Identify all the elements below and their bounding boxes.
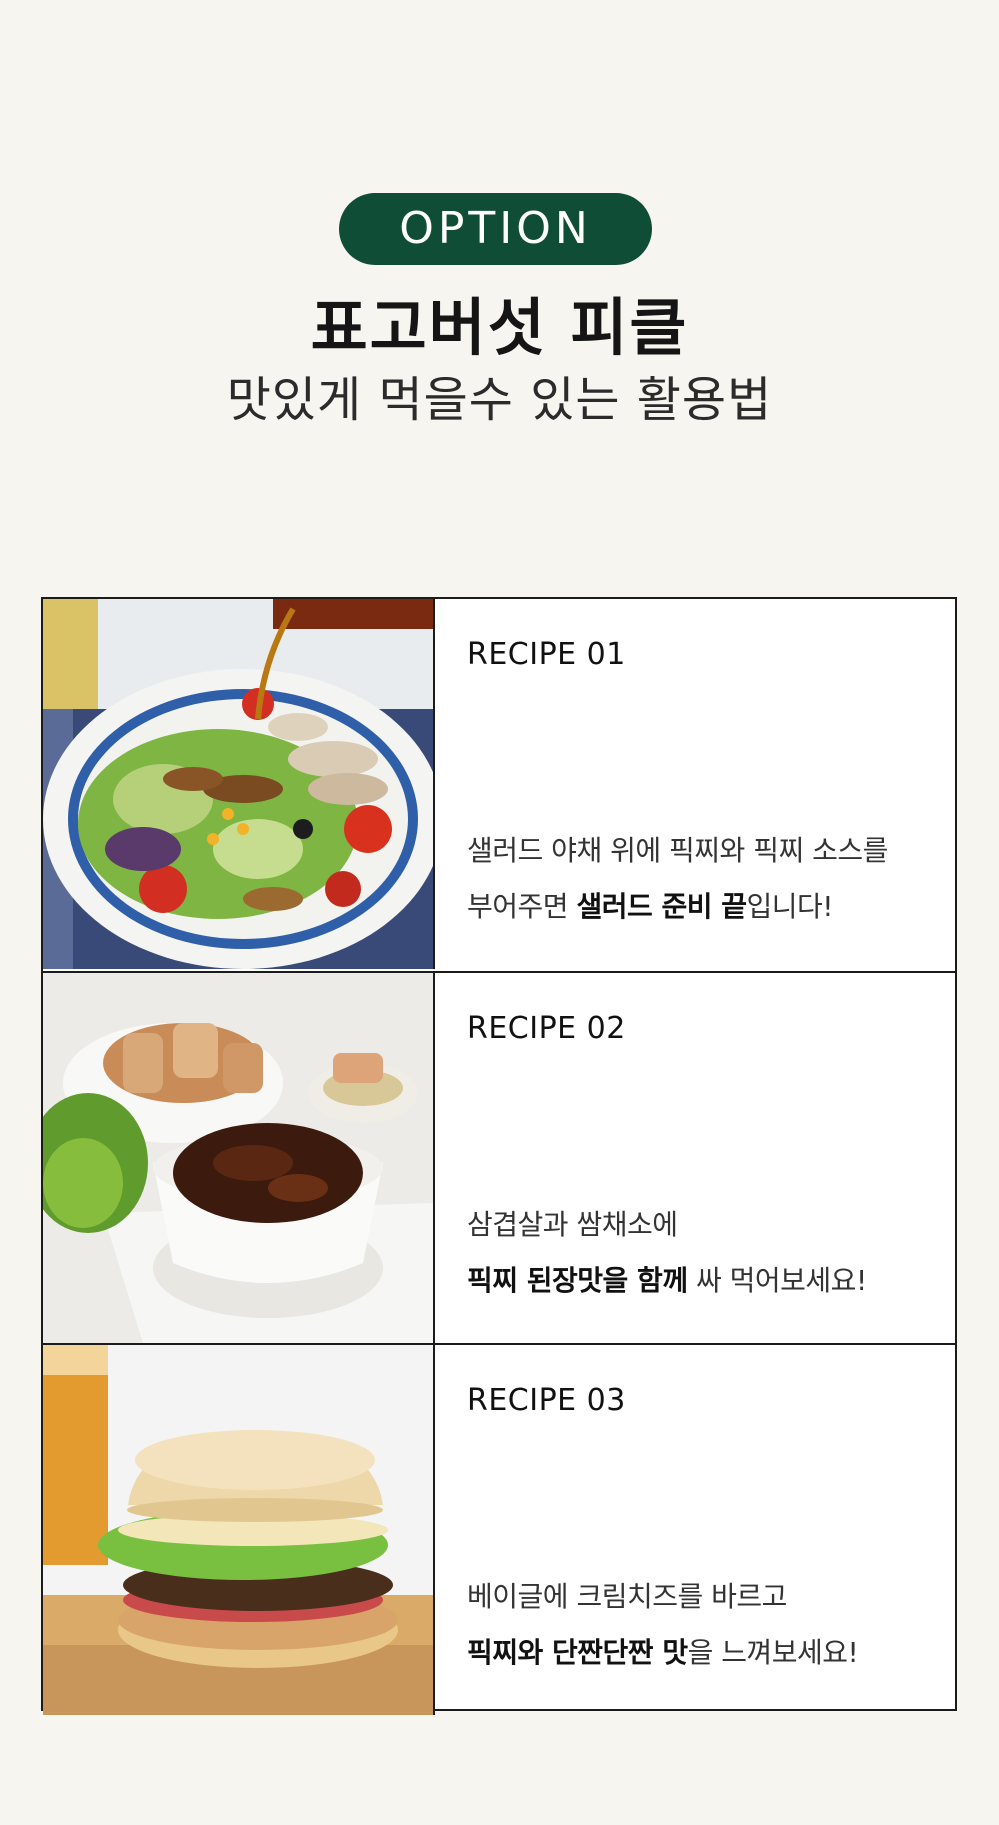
recipe-desc-line-1: 샐러드 야채 위에 픽찌와 픽찌 소스를: [467, 834, 888, 867]
recipe-row-2: RECIPE 02 삼겹살과 쌈채소에 픽찌 된장맛을 함께 싸 먹어보세요!: [43, 971, 955, 1343]
recipe-text-2: RECIPE 02 삼겹살과 쌈채소에 픽찌 된장맛을 함께 싸 먹어보세요!: [467, 973, 937, 1343]
desc-text: 부어주면: [467, 890, 577, 923]
recipe-row-3: RECIPE 03 베이글에 크림치즈를 바르고 픽찌와 단짠단짠 맛을 느껴보…: [43, 1343, 955, 1715]
recipe-text-1: RECIPE 01 샐러드 야채 위에 픽찌와 픽찌 소스를 부어주면 샐러드 …: [467, 599, 937, 969]
recipe-label: RECIPE 01: [467, 637, 626, 672]
recipe-description: 샐러드 야채 위에 픽찌와 픽찌 소스를 부어주면 샐러드 준비 끝입니다!: [467, 823, 947, 935]
recipe-label: RECIPE 02: [467, 1011, 626, 1046]
recipe-grid: RECIPE 01 샐러드 야채 위에 픽찌와 픽찌 소스를 부어주면 샐러드 …: [41, 597, 957, 1715]
desc-text: 을 느껴보세요!: [687, 1636, 859, 1669]
recipe-description: 삼겹살과 쌈채소에 픽찌 된장맛을 함께 싸 먹어보세요!: [467, 1197, 947, 1309]
salad-photo: [43, 599, 435, 969]
desc-bold: 샐러드 준비 끝: [576, 890, 747, 923]
recipe-row-1: RECIPE 01 샐러드 야채 위에 픽찌와 픽찌 소스를 부어주면 샐러드 …: [43, 599, 955, 969]
pork-photo: [43, 973, 435, 1343]
desc-text: 입니다!: [746, 890, 834, 923]
recipe-label: RECIPE 03: [467, 1383, 626, 1418]
bagel-photo: [43, 1345, 435, 1715]
recipe-desc-line-2: 픽찌와 단짠단짠 맛을 느껴보세요!: [467, 1625, 947, 1681]
recipe-desc-line-1: 베이글에 크림치즈를 바르고: [467, 1580, 787, 1613]
desc-bold: 픽찌 된장맛을 함께: [467, 1264, 688, 1297]
desc-bold: 픽찌와 단짠단짠 맛: [467, 1636, 688, 1669]
page-subtitle: 맛있게 먹을수 있는 활용법: [226, 372, 773, 428]
page-title: 표고버섯 피클: [310, 291, 689, 364]
recipe-text-3: RECIPE 03 베이글에 크림치즈를 바르고 픽찌와 단짠단짠 맛을 느껴보…: [467, 1345, 937, 1715]
recipe-desc-line-1: 삼겹살과 쌈채소에: [467, 1208, 678, 1241]
recipe-desc-line-2: 부어주면 샐러드 준비 끝입니다!: [467, 879, 947, 935]
recipe-desc-line-2: 픽찌 된장맛을 함께 싸 먹어보세요!: [467, 1253, 947, 1309]
recipe-description: 베이글에 크림치즈를 바르고 픽찌와 단짠단짠 맛을 느껴보세요!: [467, 1569, 947, 1681]
option-badge: OPTION: [339, 193, 652, 265]
desc-text: 싸 먹어보세요!: [687, 1264, 867, 1297]
